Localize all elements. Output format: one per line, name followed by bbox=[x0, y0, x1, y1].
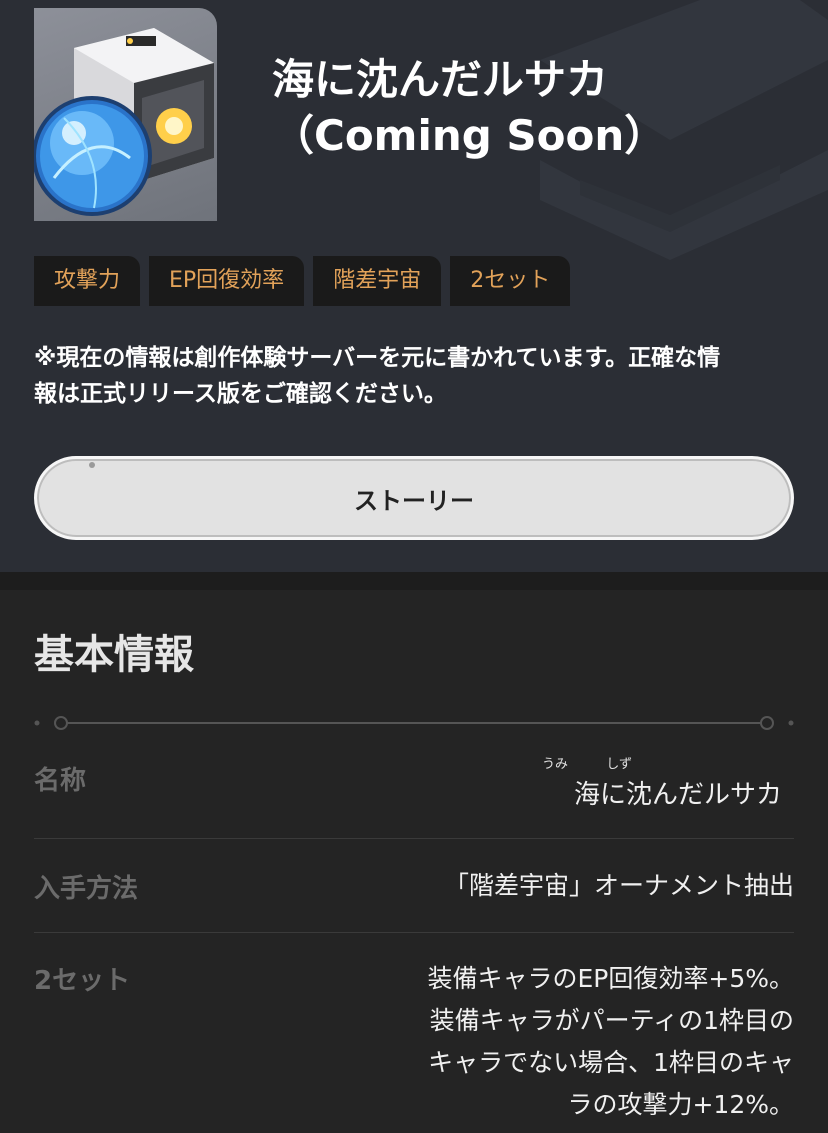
planar-ornament-icon bbox=[34, 28, 214, 216]
set2-line: キャラでない場合、1枠目のキャ bbox=[428, 1048, 794, 1077]
ornamental-divider bbox=[34, 716, 794, 730]
acquisition-value: 「階差宇宙」オーナメント抽出 bbox=[443, 871, 794, 900]
row-divider bbox=[34, 838, 794, 839]
relic-thumbnail bbox=[34, 8, 217, 221]
button-corner-dot bbox=[89, 462, 95, 468]
story-button-label: ストーリー bbox=[354, 486, 474, 515]
item-title: 海に沈んだルサカ（Coming Soon） bbox=[272, 55, 667, 160]
name-text: 海に沈んだルサカ bbox=[573, 780, 782, 810]
set2-line: 装備キャラのEP回復効率+5%。 bbox=[427, 964, 794, 993]
set2-line: ラの攻撃力+12%。 bbox=[567, 1090, 794, 1119]
set2-line: 装備キャラがパーティの1枠目の bbox=[429, 1006, 794, 1035]
name-label: 名称 bbox=[34, 766, 87, 796]
tag-atk: 攻撃力 bbox=[34, 256, 141, 306]
acquisition-label: 入手方法 bbox=[34, 874, 139, 904]
tag-energy-regen: EP回復効率 bbox=[149, 256, 305, 306]
section-title-basic-info: 基本情報 bbox=[34, 632, 194, 678]
tag-divergent-universe: 階差宇宙 bbox=[313, 256, 442, 306]
row-divider bbox=[34, 932, 794, 933]
name-ruby-shizu: しず bbox=[606, 757, 632, 772]
name-value: うみ しず 海に沈んだルサカ bbox=[542, 758, 782, 814]
set2-description: 装備キャラのEP回復効率+5%。 装備キャラがパーティの1枠目の キャラでない場… bbox=[374, 958, 794, 1126]
item-header: 海に沈んだルサカ（Coming Soon） 攻撃力 EP回復効率 階差宇宙 2セ… bbox=[0, 0, 828, 572]
name-ruby-umi: うみ bbox=[542, 757, 569, 772]
story-button[interactable]: ストーリー bbox=[34, 456, 794, 540]
set2-label: 2セット bbox=[34, 966, 131, 996]
tag-list: 攻撃力 EP回復効率 階差宇宙 2セット bbox=[34, 256, 571, 306]
beta-notice: ※現在の情報は創作体験サーバーを元に書かれています。正確な情報は正式リリース版を… bbox=[34, 345, 721, 407]
section-separator bbox=[0, 572, 828, 590]
tag-2-set: 2セット bbox=[450, 256, 571, 306]
